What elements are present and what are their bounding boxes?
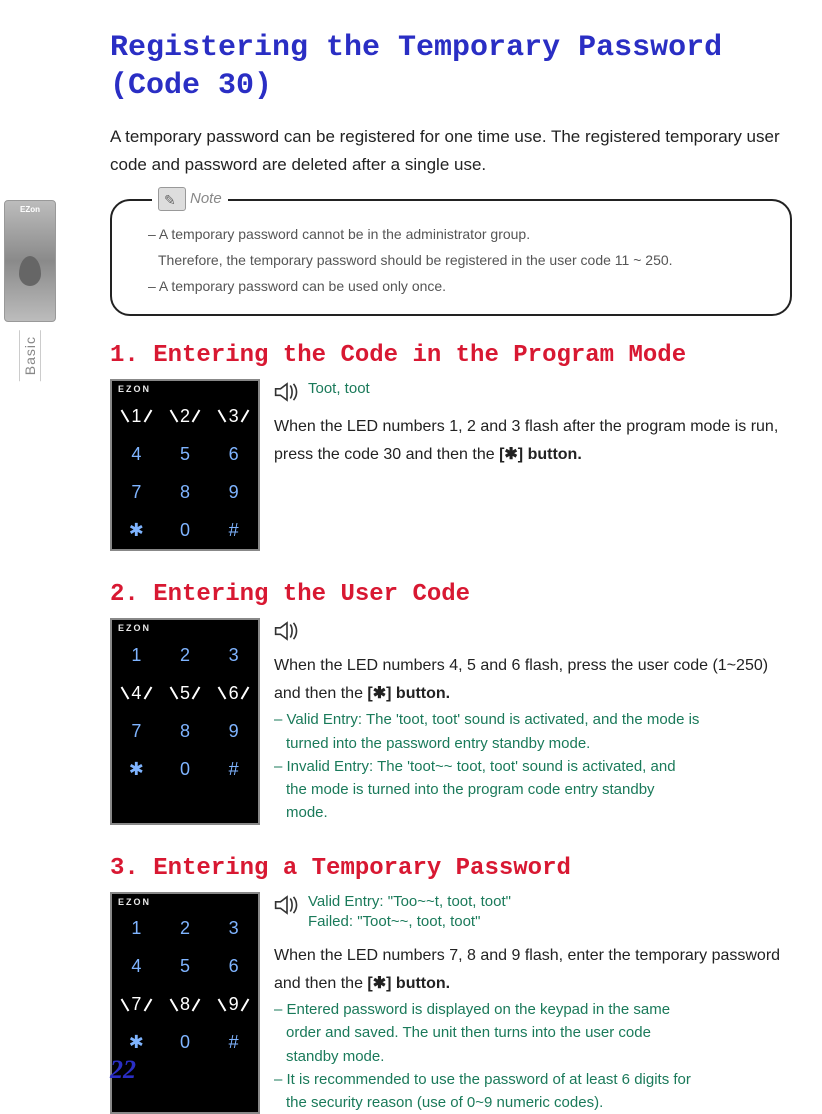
step2-sub2: – Invalid Entry: The 'toot~~ toot, toot'… (274, 758, 676, 775)
step3-heading: 3. Entering a Temporary Password (110, 855, 792, 882)
keypad-brand: EZON (112, 381, 258, 397)
key-9: 9 (209, 986, 258, 1024)
intro-paragraph: A temporary password can be registered f… (110, 123, 792, 179)
key-4: 4 (112, 948, 161, 986)
step1-heading: 1. Entering the Code in the Program Mode (110, 342, 792, 369)
key-4: 4 (112, 674, 161, 712)
step1-instruction: When the LED numbers 1, 2 and 3 flash af… (274, 413, 792, 469)
step3-body: Valid Entry: "Too~~t, toot, toot" Failed… (274, 892, 792, 1114)
side-label-text: Basic (19, 330, 41, 381)
key-1: 1 (112, 397, 161, 435)
key-0: 0 (161, 750, 210, 788)
key-0: 0 (161, 511, 210, 549)
keypad-brand: EZON (112, 894, 258, 910)
key-6: 6 (209, 435, 258, 473)
device-brand: EZon (5, 205, 55, 214)
key-2: 2 (161, 910, 210, 948)
key-hash: # (209, 511, 258, 549)
pencil-icon (158, 187, 186, 211)
key-5: 5 (161, 674, 210, 712)
key-6: 6 (209, 674, 258, 712)
device-thumb: EZon (4, 200, 56, 322)
note-box: Note – A temporary password cannot be in… (110, 199, 792, 316)
note-label: Note (190, 186, 222, 212)
key-5: 5 (161, 435, 210, 473)
speaker-icon (274, 381, 300, 403)
key-star: ✱ (112, 750, 161, 788)
key-8: 8 (161, 712, 210, 750)
step3-sublist: – Entered password is displayed on the k… (274, 998, 792, 1114)
step2-text: When the LED numbers 4, 5 and 6 flash, p… (274, 657, 768, 702)
key-0: 0 (161, 1024, 210, 1062)
key-hash: # (209, 750, 258, 788)
note-line-2: – A temporary password can be used only … (148, 275, 772, 299)
key-8: 8 (161, 986, 210, 1024)
step3-sound-a: Valid Entry: "Too~~t, toot, toot" (308, 893, 511, 910)
step3-sub2b: the security reason (use of 0~9 numeric … (274, 1091, 792, 1114)
speaker-icon (274, 620, 300, 642)
key-1: 1 (112, 910, 161, 948)
key-8: 8 (161, 473, 210, 511)
step2-sub1: – Valid Entry: The 'toot, toot' sound is… (274, 711, 699, 728)
key-hash: # (209, 1024, 258, 1062)
key-5: 5 (161, 948, 210, 986)
step3-bold: [✱] button. (367, 975, 450, 992)
step2-heading: 2. Entering the User Code (110, 581, 792, 608)
step2-sublist: – Valid Entry: The 'toot, toot' sound is… (274, 708, 792, 824)
key-7: 7 (112, 986, 161, 1024)
step3-sound: Valid Entry: "Too~~t, toot, toot" Failed… (308, 892, 511, 933)
key-1: 1 (112, 636, 161, 674)
key-6: 6 (209, 948, 258, 986)
step1: EZON 1 2 3 4 5 6 7 8 9 ✱ 0 # Toot, t (110, 379, 792, 551)
keypad-grid: 1 2 3 4 5 6 7 8 9 ✱ 0 # (112, 397, 258, 549)
key-9: 9 (209, 712, 258, 750)
step1-sound: Toot, toot (308, 379, 370, 399)
page-title: Registering the Temporary Password (Code… (110, 30, 792, 105)
key-7: 7 (112, 712, 161, 750)
step2-bold: [✱] button. (367, 685, 450, 702)
keypad-step1: EZON 1 2 3 4 5 6 7 8 9 ✱ 0 # (110, 379, 260, 551)
key-9: 9 (209, 473, 258, 511)
side-tab: EZon Basic (0, 200, 60, 386)
step3-sub2: – It is recommended to use the password … (274, 1071, 691, 1088)
key-2: 2 (161, 636, 210, 674)
note-line-1: – A temporary password cannot be in the … (148, 223, 772, 247)
key-3: 3 (209, 636, 258, 674)
key-star: ✱ (112, 511, 161, 549)
step3-instruction: When the LED numbers 7, 8 and 9 flash, e… (274, 942, 792, 998)
door-knob-icon (19, 256, 41, 286)
key-7: 7 (112, 473, 161, 511)
step2-instruction: When the LED numbers 4, 5 and 6 flash, p… (274, 652, 792, 708)
step2-sub1b: turned into the password entry standby m… (274, 732, 792, 755)
note-line-1b: Therefore, the temporary password should… (148, 249, 772, 273)
step1-body: Toot, toot When the LED numbers 1, 2 and… (274, 379, 792, 551)
speaker-icon (274, 894, 300, 916)
key-4: 4 (112, 435, 161, 473)
page-number: 22 (110, 1055, 136, 1085)
step3-sub1b: order and saved. The unit then turns int… (274, 1021, 792, 1044)
step3-text: When the LED numbers 7, 8 and 9 flash, e… (274, 947, 780, 992)
step3: EZON 1 2 3 4 5 6 7 8 9 ✱ 0 # (110, 892, 792, 1114)
step2-sub2b: the mode is turned into the program code… (274, 778, 792, 801)
step3-sound-b: Failed: "Toot~~, toot, toot" (308, 913, 480, 930)
step2-body: When the LED numbers 4, 5 and 6 flash, p… (274, 618, 792, 824)
key-3: 3 (209, 397, 258, 435)
keypad-grid: 1 2 3 4 5 6 7 8 9 ✱ 0 # (112, 910, 258, 1062)
step3-sub1: – Entered password is displayed on the k… (274, 1001, 670, 1018)
step2: EZON 1 2 3 4 5 6 7 8 9 ✱ 0 # (110, 618, 792, 824)
step3-sub1c: standby mode. (274, 1045, 792, 1068)
key-2: 2 (161, 397, 210, 435)
keypad-brand: EZON (112, 620, 258, 636)
keypad-step2: EZON 1 2 3 4 5 6 7 8 9 ✱ 0 # (110, 618, 260, 824)
key-3: 3 (209, 910, 258, 948)
step1-bold: [✱] button. (499, 446, 582, 463)
note-tab: Note (152, 186, 228, 212)
step2-sub2c: mode. (274, 801, 792, 824)
manual-page: EZon Basic Registering the Temporary Pas… (0, 0, 822, 1105)
keypad-grid: 1 2 3 4 5 6 7 8 9 ✱ 0 # (112, 636, 258, 788)
